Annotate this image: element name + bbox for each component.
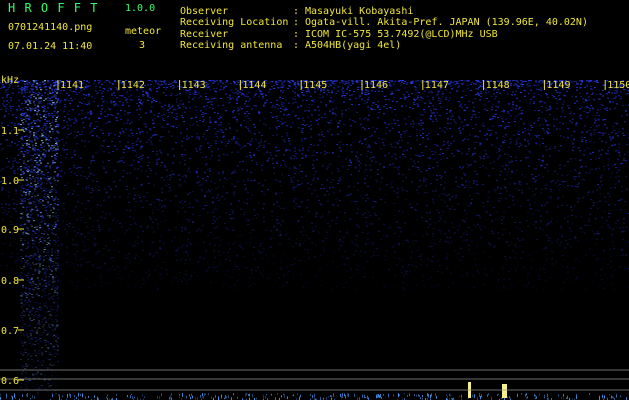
y-tick-label: 0.8 (1, 276, 19, 287)
spectrogram-background (0, 72, 629, 400)
y-tick-label: 1.0 (1, 176, 19, 187)
field-label-location: Receiving Location (180, 17, 289, 28)
x-tick-label: 1146 (364, 80, 388, 91)
field-value-antenna: A504HB(yagi 4el) (305, 40, 402, 51)
y-axis-unit: kHz (1, 75, 19, 86)
field-value-receiver: ICOM IC-575 53.7492(@LCD)MHz USB (305, 29, 498, 40)
field-label-observer: Observer (180, 6, 229, 17)
y-tick-label: 0.9 (1, 225, 19, 236)
y-tick-label: 1.1 (1, 126, 19, 137)
meteor-echo (502, 384, 507, 398)
x-tick-label: 1143 (182, 80, 206, 91)
y-tick-label: 0.7 (1, 326, 19, 337)
field-sep: : (293, 29, 300, 40)
x-tick-label: 1145 (303, 80, 327, 91)
x-tick-label: 1150 (607, 80, 629, 91)
field-sep: : (293, 40, 300, 51)
field-label-antenna: Receiving antenna (180, 40, 283, 51)
meteor-label: meteor (125, 26, 162, 37)
spectrogram: 1141 1142 1143 1144 1145 1146 1147 1148 1149 1150… (0, 72, 629, 400)
x-tick-label: 1144 (242, 80, 266, 91)
field-value-location: Ogata-vill. Akita-Pref. JAPAN (139.96E, … (305, 17, 588, 28)
field-value-observer: Masayuki Kobayashi (305, 6, 414, 17)
image-filename: 0701241140.png (8, 22, 93, 33)
header-panel: H R O F F T 1.0.0 0701241140.png 07.01.2… (0, 0, 629, 72)
meteor-count: 3 (139, 40, 146, 51)
x-tick-label: 1148 (486, 80, 510, 91)
x-tick-label: 1147 (425, 80, 449, 91)
app-title: H R O F F T (8, 1, 99, 15)
field-sep: : (293, 17, 300, 28)
field-label-receiver: Receiver (180, 29, 229, 40)
y-tick-label: 0.6 (1, 376, 19, 387)
x-tick-label: 1141 (60, 80, 84, 91)
x-tick-label: 1149 (546, 80, 570, 91)
capture-datetime: 07.01.24 11:40 (8, 41, 93, 52)
field-sep: : (293, 6, 300, 17)
x-tick-label: 1142 (121, 80, 145, 91)
app-version: 1.0.0 (125, 3, 156, 14)
